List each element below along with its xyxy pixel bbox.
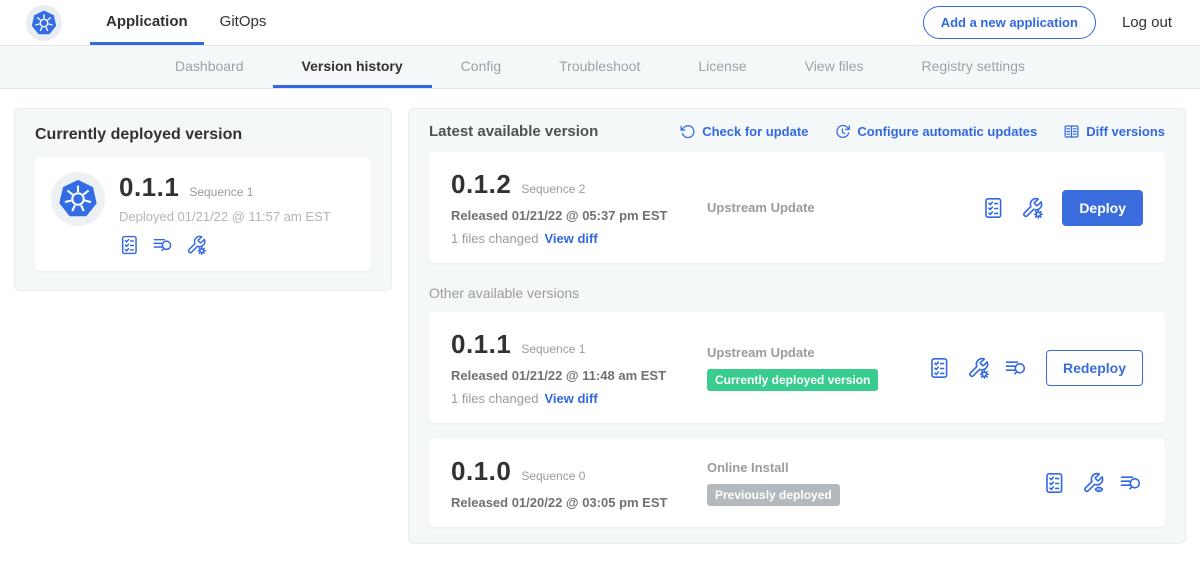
app-tabs: ApplicationGitOps xyxy=(90,0,282,45)
version-number: 0.1.0 xyxy=(451,456,511,487)
version-source: Online Install xyxy=(707,460,789,475)
deployed-version-card: 0.1.1 Sequence 1 Deployed 01/21/22 @ 11:… xyxy=(35,157,371,271)
kubernetes-logo xyxy=(26,5,62,41)
deploy-button[interactable]: Deploy xyxy=(1062,190,1143,226)
sequence-label: Sequence 1 xyxy=(189,185,253,199)
currently-deployed-title: Currently deployed version xyxy=(35,126,371,144)
sequence-label: Sequence 1 xyxy=(521,342,585,356)
released-timestamp: Released 01/21/22 @ 05:37 pm EST xyxy=(451,208,707,223)
sequence-label: Sequence 0 xyxy=(521,469,585,483)
available-versions-panel: Latest available version Check for updat… xyxy=(408,108,1186,544)
logs-icon[interactable] xyxy=(1119,471,1143,495)
currently-deployed-panel: Currently deployed version 0.1.1 Sequenc… xyxy=(14,108,392,291)
other-versions-slot: 0.1.1 Sequence 1 Released 01/21/22 @ 11:48… xyxy=(429,312,1165,527)
subnav-item-version-history[interactable]: Version history xyxy=(273,46,432,88)
diff-icon xyxy=(1063,123,1080,140)
section-tabs: DashboardVersion historyConfigTroublesho… xyxy=(0,46,1200,89)
config-gear-icon[interactable] xyxy=(1020,196,1044,220)
version-number: 0.1.1 xyxy=(119,172,179,203)
version-card: 0.1.2 Sequence 2 Released 01/21/22 @ 05:37… xyxy=(429,152,1165,263)
sequence-label: Sequence 2 xyxy=(521,182,585,196)
redeploy-button[interactable]: Redeploy xyxy=(1046,350,1143,386)
topnav-tab-gitops[interactable]: GitOps xyxy=(204,0,283,45)
deployed-timestamp: Deployed 01/21/22 @ 11:57 am EST xyxy=(119,209,331,224)
add-application-button[interactable]: Add a new application xyxy=(923,6,1096,39)
config-eye-icon[interactable] xyxy=(1081,471,1105,495)
status-badge: Currently deployed version xyxy=(707,369,878,391)
kubernetes-logo xyxy=(51,172,105,226)
top-navigation: ApplicationGitOps Add a new application … xyxy=(0,0,1200,46)
version-number: 0.1.1 xyxy=(451,329,511,360)
check-for-update-link[interactable]: Check for update xyxy=(679,123,808,140)
main-content: Currently deployed version 0.1.1 Sequenc… xyxy=(0,89,1200,544)
view-diff-link[interactable]: View diff xyxy=(544,391,597,406)
subnav-item-view-files[interactable]: View files xyxy=(776,46,893,88)
released-timestamp: Released 01/21/22 @ 11:48 am EST xyxy=(451,368,707,383)
logs-icon[interactable] xyxy=(152,234,174,256)
configure-automatic-updates-link[interactable]: Configure automatic updates xyxy=(834,123,1037,140)
version-card: 0.1.1 Sequence 1 Released 01/21/22 @ 11:48… xyxy=(429,312,1165,423)
version-source: Upstream Update xyxy=(707,345,815,360)
logs-icon[interactable] xyxy=(1004,356,1028,380)
version-source: Upstream Update xyxy=(707,200,815,215)
subnav-item-troubleshoot[interactable]: Troubleshoot xyxy=(530,46,669,88)
config-gear-icon[interactable] xyxy=(966,356,990,380)
version-number: 0.1.2 xyxy=(451,169,511,200)
other-versions-title: Other available versions xyxy=(429,285,1165,301)
subnav-item-config[interactable]: Config xyxy=(432,46,530,88)
topnav-tab-application[interactable]: Application xyxy=(90,0,204,45)
view-diff-link[interactable]: View diff xyxy=(544,231,597,246)
released-timestamp: Released 01/20/22 @ 03:05 pm EST xyxy=(451,495,707,510)
subnav-item-registry-settings[interactable]: Registry settings xyxy=(893,46,1054,88)
preflight-icon[interactable] xyxy=(982,196,1006,220)
subnav-item-license[interactable]: License xyxy=(669,46,775,88)
subnav-item-dashboard[interactable]: Dashboard xyxy=(146,46,273,88)
files-changed: 1 files changedView diff xyxy=(451,391,707,406)
refresh-icon xyxy=(679,123,696,140)
clock-refresh-icon xyxy=(834,123,851,140)
config-gear-icon[interactable] xyxy=(185,234,207,256)
latest-available-title: Latest available version xyxy=(429,123,598,140)
files-changed: 1 files changedView diff xyxy=(451,231,707,246)
version-card: 0.1.0 Sequence 0 Released 01/20/22 @ 03:05… xyxy=(429,439,1165,527)
logout-link[interactable]: Log out xyxy=(1122,14,1172,31)
preflight-icon[interactable] xyxy=(119,234,141,256)
latest-version-slot: 0.1.2 Sequence 2 Released 01/21/22 @ 05:37… xyxy=(429,152,1165,263)
preflight-icon[interactable] xyxy=(1043,471,1067,495)
diff-versions-link[interactable]: Diff versions xyxy=(1063,123,1165,140)
status-badge: Previously deployed xyxy=(707,484,840,506)
preflight-icon[interactable] xyxy=(928,356,952,380)
